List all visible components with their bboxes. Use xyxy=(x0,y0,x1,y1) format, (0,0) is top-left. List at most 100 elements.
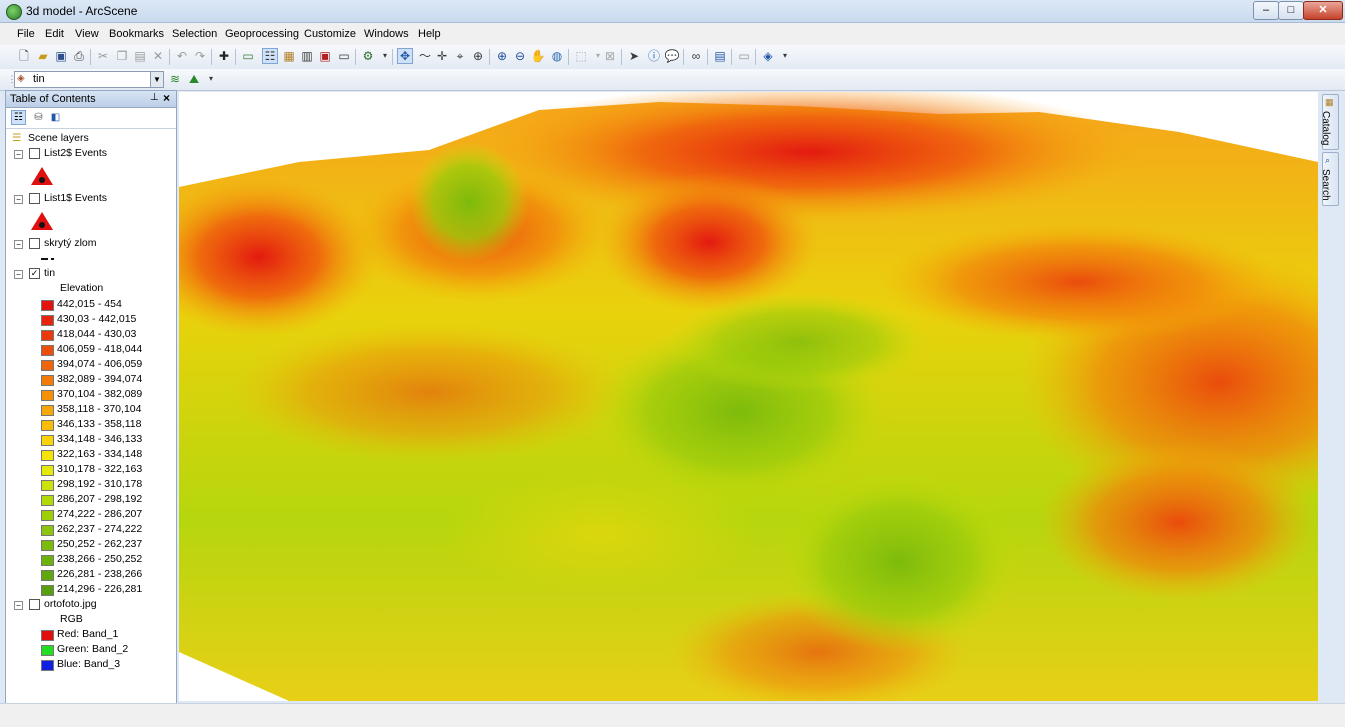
elevation-class-swatch[interactable] xyxy=(41,300,54,311)
undo-icon[interactable]: ↶ xyxy=(174,48,190,64)
time-slider-icon[interactable]: ▭ xyxy=(736,48,752,64)
list-by-source-icon[interactable]: ⛁ xyxy=(31,110,46,125)
python-window-icon[interactable]: ▭ xyxy=(336,48,352,64)
add-data-icon[interactable]: ✚ xyxy=(216,48,232,64)
print-icon[interactable]: ⎙ xyxy=(71,48,87,64)
pin-icon[interactable]: ⊥ xyxy=(150,92,159,103)
model-builder-icon[interactable]: ⚙ xyxy=(360,48,376,64)
menu-windows[interactable]: Windows xyxy=(364,28,409,40)
measure-icon[interactable]: ▤ xyxy=(712,48,728,64)
search-window-icon[interactable]: ▥ xyxy=(299,48,315,64)
elevation-class-label[interactable]: 430,03 - 442,015 xyxy=(57,313,136,325)
close-button[interactable]: ✕ xyxy=(1303,1,1343,20)
toolbar-options-chevron-icon[interactable]: ▾ xyxy=(777,48,793,64)
menu-help[interactable]: Help xyxy=(418,28,441,40)
zoom-out-icon[interactable]: ⊖ xyxy=(512,48,528,64)
elevation-class-label[interactable]: 418,044 - 430,03 xyxy=(57,328,136,340)
elevation-class-swatch[interactable] xyxy=(41,360,54,371)
elevation-class-label[interactable]: 298,192 - 310,178 xyxy=(57,478,142,490)
cut-icon[interactable]: ✂ xyxy=(95,48,111,64)
layer-visibility-checkbox[interactable] xyxy=(29,148,40,159)
elevation-class-label[interactable]: 226,281 - 238,266 xyxy=(57,568,142,580)
scene-properties-icon[interactable]: ▭ xyxy=(240,48,256,64)
collapse-icon[interactable]: − xyxy=(14,601,23,610)
zoom-in-icon[interactable]: ⊕ xyxy=(494,48,510,64)
catalog-window-icon[interactable]: ▦ xyxy=(281,48,297,64)
pan-hand-icon[interactable]: ✋ xyxy=(530,48,546,64)
elevation-class-label[interactable]: 238,266 - 250,252 xyxy=(57,553,142,565)
elevation-class-swatch[interactable] xyxy=(41,345,54,356)
full-extent-globe-icon[interactable]: ◍ xyxy=(549,48,565,64)
layer-lighting-icon[interactable]: ⛰ xyxy=(186,71,202,87)
catalog-tab[interactable]: ▦ Catalog xyxy=(1320,94,1339,150)
elevation-class-label[interactable]: 286,207 - 298,192 xyxy=(57,493,142,505)
elevation-class-swatch[interactable] xyxy=(41,525,54,536)
chevron-down-icon[interactable]: ▼ xyxy=(150,72,163,87)
navigate-tool-icon[interactable]: ✥ xyxy=(397,48,413,64)
minimize-button[interactable]: – xyxy=(1253,1,1279,20)
clear-selection-icon[interactable]: ⊠ xyxy=(602,48,618,64)
elevation-class-label[interactable]: 346,133 - 358,118 xyxy=(57,418,141,430)
scene-3d-view[interactable] xyxy=(179,92,1318,701)
list-by-visibility-icon[interactable]: ◧ xyxy=(48,110,63,125)
maximize-button[interactable]: □ xyxy=(1278,1,1304,20)
elevation-class-swatch[interactable] xyxy=(41,435,54,446)
new-document-icon[interactable]: 🗋 xyxy=(16,48,32,64)
delete-icon[interactable]: ✕ xyxy=(150,48,166,64)
elevation-class-label[interactable]: 382,089 - 394,074 xyxy=(57,373,142,385)
identify-icon[interactable]: ⓘ xyxy=(646,48,662,64)
layer-dropdown[interactable]: ◈ tin ▼ xyxy=(14,71,164,88)
toolbar-options-chevron-icon[interactable]: ▾ xyxy=(203,71,219,87)
search-tab[interactable]: ⌕ Search xyxy=(1320,152,1339,206)
3d-effects-icon[interactable]: ◈ xyxy=(760,48,776,64)
elevation-class-label[interactable]: 262,237 - 274,222 xyxy=(57,523,142,535)
redo-icon[interactable]: ↷ xyxy=(192,48,208,64)
collapse-icon[interactable]: − xyxy=(14,240,23,249)
select-features-icon[interactable]: ⬚ xyxy=(573,48,589,64)
fly-tool-icon[interactable]: 〜 xyxy=(417,48,433,64)
elevation-class-swatch[interactable] xyxy=(41,315,54,326)
elevation-class-label[interactable]: 334,148 - 346,133 xyxy=(57,433,142,445)
elevation-class-swatch[interactable] xyxy=(41,465,54,476)
layer-visibility-checkbox[interactable]: ✓ xyxy=(29,268,40,279)
elevation-class-label[interactable]: 406,059 - 418,044 xyxy=(57,343,142,355)
elevation-class-label[interactable]: 322,163 - 334,148 xyxy=(57,448,142,460)
layer-name-tin[interactable]: tin xyxy=(44,267,55,279)
select-elements-arrow-icon[interactable]: ➤ xyxy=(626,48,642,64)
menu-customize[interactable]: Customize xyxy=(304,28,356,40)
arctoolbox-icon[interactable]: ▣ xyxy=(317,48,333,64)
set-observer-icon[interactable]: ⊕ xyxy=(470,48,486,64)
layer-name-skryty-zlom[interactable]: skrytý zlom xyxy=(44,237,97,249)
paste-icon[interactable]: ▤ xyxy=(132,48,148,64)
elevation-class-label[interactable]: 358,118 - 370,104 xyxy=(57,403,141,415)
elevation-class-swatch[interactable] xyxy=(41,390,54,401)
layer-face-culling-icon[interactable]: ≋ xyxy=(167,71,183,87)
elevation-class-swatch[interactable] xyxy=(41,405,54,416)
menu-bookmarks[interactable]: Bookmarks xyxy=(109,28,164,40)
elevation-class-label[interactable]: 442,015 - 454 xyxy=(57,298,122,310)
menu-edit[interactable]: Edit xyxy=(45,28,64,40)
html-popup-icon[interactable]: 💬 xyxy=(664,48,680,64)
layer-name-list1-events[interactable]: List1$ Events xyxy=(44,192,107,204)
zoom-to-target-icon[interactable]: ⌖ xyxy=(452,48,468,64)
find-binoculars-icon[interactable]: ∞ xyxy=(688,48,704,64)
table-of-contents-icon[interactable]: ☷ xyxy=(262,48,278,64)
elevation-class-swatch[interactable] xyxy=(41,420,54,431)
toolbar-options-chevron-icon[interactable]: ▾ xyxy=(377,48,393,64)
menu-selection[interactable]: Selection xyxy=(172,28,217,40)
layer-name-ortofoto[interactable]: ortofoto.jpg xyxy=(44,598,97,610)
elevation-class-swatch[interactable] xyxy=(41,450,54,461)
copy-icon[interactable]: ❐ xyxy=(114,48,130,64)
collapse-icon[interactable]: − xyxy=(14,195,23,204)
center-on-target-icon[interactable]: ✛ xyxy=(434,48,450,64)
elevation-class-label[interactable]: 370,104 - 382,089 xyxy=(57,388,142,400)
save-icon[interactable]: ▣ xyxy=(53,48,69,64)
menu-geoprocessing[interactable]: Geoprocessing xyxy=(225,28,299,40)
layer-name-list2-events[interactable]: List2$ Events xyxy=(44,147,107,159)
list-by-drawing-order-icon[interactable]: ☷ xyxy=(11,110,26,125)
elevation-class-label[interactable]: 274,222 - 286,207 xyxy=(57,508,142,520)
elevation-class-label[interactable]: 394,074 - 406,059 xyxy=(57,358,142,370)
elevation-class-swatch[interactable] xyxy=(41,585,54,596)
collapse-icon[interactable]: − xyxy=(14,150,23,159)
elevation-class-swatch[interactable] xyxy=(41,570,54,581)
